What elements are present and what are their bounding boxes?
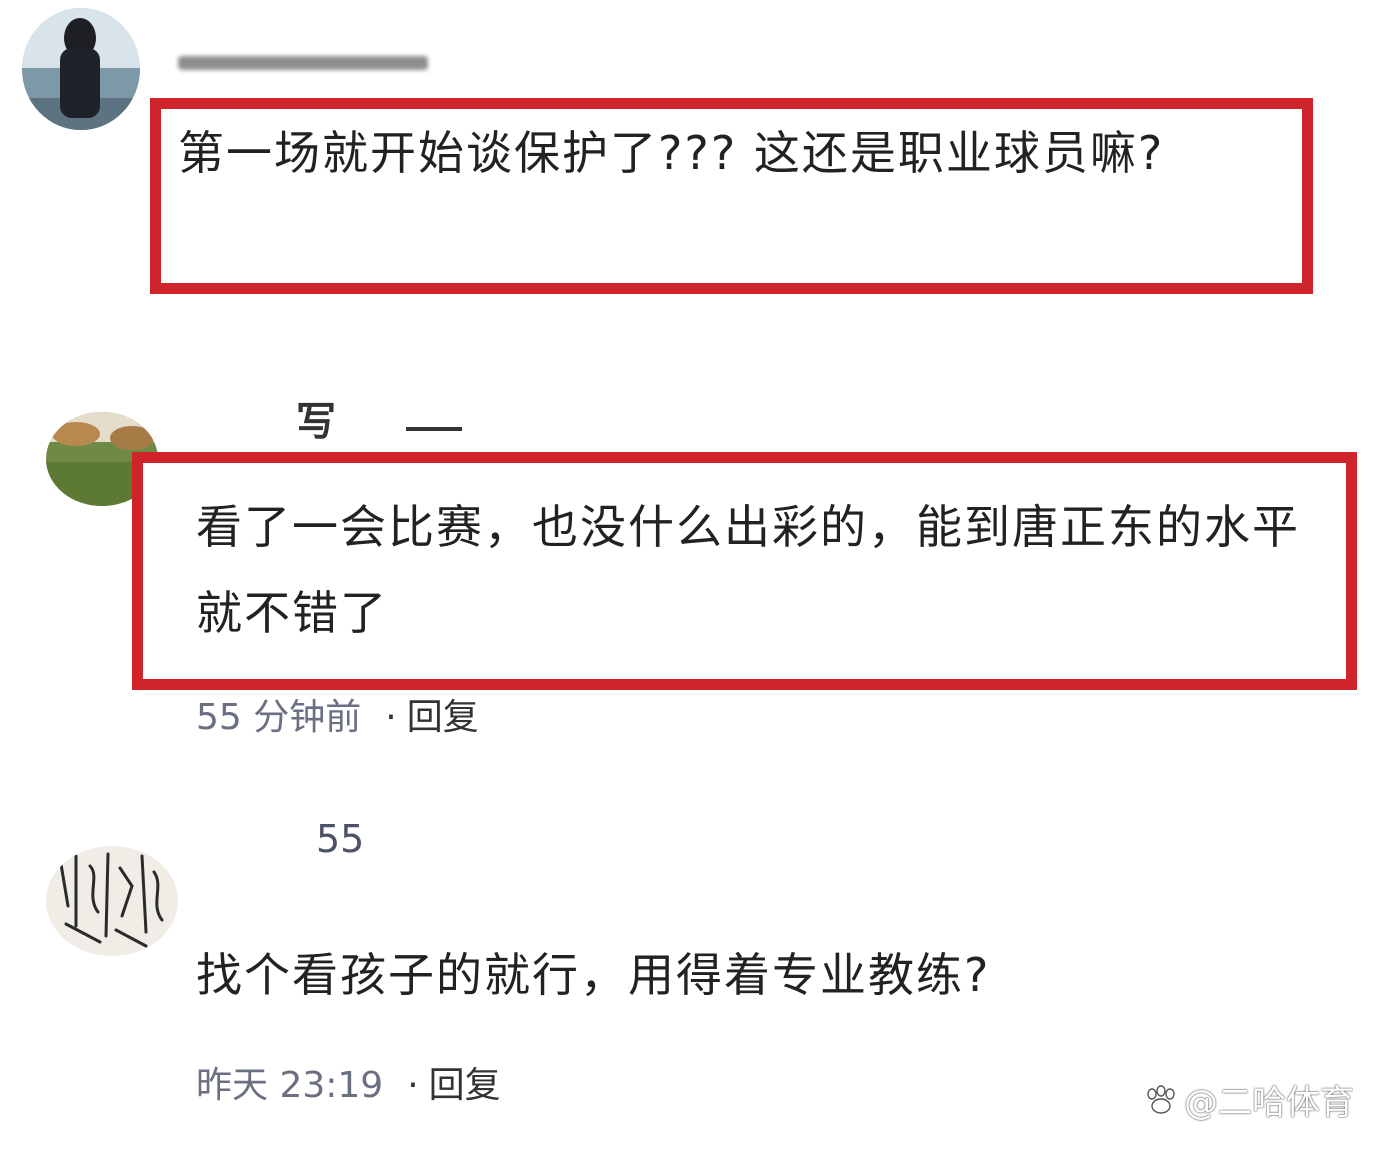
comment-meta: 昨天 23:19 · 回复 bbox=[196, 1068, 501, 1104]
reply-button[interactable]: 回复 bbox=[429, 1065, 501, 1106]
comment-text: 看了一会比赛，也没什么出彩的，能到唐正东的水平就不错了 bbox=[196, 500, 1300, 640]
username-dash bbox=[406, 427, 462, 431]
watermark: @二哈体育 bbox=[1144, 1075, 1354, 1124]
username-redacted bbox=[178, 56, 428, 70]
reply-button[interactable]: 回复 bbox=[407, 697, 479, 738]
comment-text: 找个看孩子的就行，用得着专业教练? bbox=[196, 948, 991, 1002]
comment-time: 55 分钟前 bbox=[196, 697, 362, 738]
comment-time: 昨天 23:19 bbox=[196, 1065, 384, 1106]
avatar-handwriting-icon bbox=[46, 846, 178, 956]
comment-username[interactable]: 写 bbox=[296, 402, 336, 442]
comment-text: 第一场就开始谈保护了??? 这还是职业球员嘛? bbox=[178, 126, 1165, 180]
avatar[interactable] bbox=[22, 8, 140, 130]
paw-icon bbox=[1147, 1084, 1175, 1114]
avatar-photo-icon bbox=[22, 8, 140, 130]
avatar[interactable] bbox=[46, 846, 178, 956]
meta-separator: · bbox=[407, 1065, 419, 1106]
meta-separator: · bbox=[385, 697, 397, 738]
comment-username[interactable]: 55 bbox=[316, 820, 364, 858]
comment-meta: 55 分钟前 · 回复 bbox=[196, 700, 479, 736]
watermark-text: @二哈体育 bbox=[1184, 1083, 1354, 1123]
